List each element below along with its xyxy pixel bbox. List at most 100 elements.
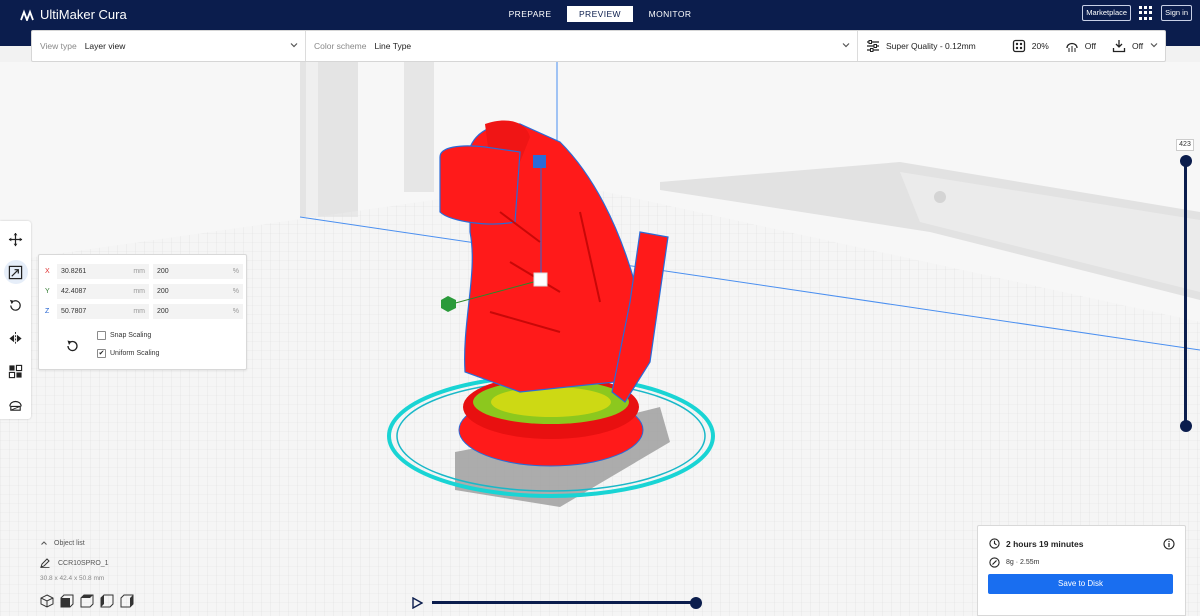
camera-view-buttons [40, 594, 134, 608]
print-time: 2 hours 19 minutes [1006, 538, 1084, 549]
x-mm-input[interactable]: 30.8261 mm [57, 264, 149, 279]
mm-unit: mm [133, 288, 145, 295]
support-blocker-button[interactable] [4, 392, 28, 416]
chevron-up-icon [41, 541, 47, 545]
quality-item[interactable]: Super Quality - 0.12mm [866, 39, 976, 53]
support-blocker-icon [9, 400, 22, 411]
move-tool-button[interactable] [4, 227, 28, 251]
snap-scaling-box [97, 331, 106, 340]
color-scheme-dropdown[interactable]: Color scheme Line Type [306, 31, 858, 61]
left-view-icon[interactable] [100, 594, 114, 608]
scale-panel: X 30.8261 mm 200% Y 42.4087 mm 200% Z 50.7… [38, 254, 247, 370]
percent-unit: % [232, 308, 239, 315]
right-view-icon[interactable] [120, 594, 134, 608]
z-percent-value: 200 [157, 308, 169, 315]
object-list[interactable]: Object list [40, 539, 85, 547]
uniform-scaling-checkbox[interactable]: ✔ Uniform Scaling [97, 349, 159, 358]
adhesion-value: Off [1131, 41, 1144, 51]
view-type-label: View type [40, 41, 77, 51]
percent-unit: % [232, 288, 239, 295]
layer-slider-bottom-handle[interactable] [1180, 420, 1192, 432]
object-name-row[interactable]: CCR10SPRO_1 [40, 558, 109, 568]
play-icon[interactable] [411, 597, 423, 609]
grid-apps-icon[interactable] [1139, 6, 1153, 20]
sliders-icon [867, 40, 879, 52]
color-scheme-label: Color scheme [314, 41, 367, 51]
object-name: CCR10SPRO_1 [58, 559, 109, 567]
scale-row-x: X 30.8261 mm 200% [45, 264, 243, 279]
move-icon [8, 232, 23, 246]
y-percent-input[interactable]: 200% [153, 284, 243, 299]
adhesion-icon [1112, 40, 1126, 53]
path-slider-track[interactable] [432, 601, 696, 604]
snap-scaling-checkbox[interactable]: Snap Scaling [97, 331, 151, 340]
z-percent-input[interactable]: 200% [153, 304, 243, 319]
path-slider-handle[interactable] [690, 597, 702, 609]
marketplace-button[interactable]: Marketplace [1082, 5, 1132, 21]
object-list-header: Object list [54, 539, 85, 547]
print-setup-selector[interactable]: Super Quality - 0.12mm 20% Off Off [858, 31, 1165, 61]
infill-item[interactable]: 20% [1012, 39, 1049, 53]
print-time-row: 2 hours 19 minutes [989, 538, 1083, 549]
scale-row-y: Y 42.4087 mm 200% [45, 284, 243, 299]
mirror-tool-button[interactable] [4, 326, 28, 350]
tab-prepare[interactable]: PREPARE [497, 6, 563, 22]
layer-slider-track[interactable] [1184, 160, 1187, 426]
chevron-down-icon [290, 43, 298, 48]
infill-value: 20% [1031, 41, 1049, 51]
uniform-scaling-box: ✔ [97, 349, 106, 358]
top-view-icon[interactable] [80, 594, 94, 608]
header-actions: Marketplace Sign in [1082, 5, 1192, 21]
quality-value: Super Quality - 0.12mm [886, 41, 976, 51]
x-percent-input[interactable]: 200% [153, 264, 243, 279]
y-mm-input[interactable]: 42.4087 mm [57, 284, 149, 299]
support-icon [1066, 42, 1078, 52]
x-mm-value: 30.8261 [61, 268, 87, 275]
print-info-panel: 2 hours 19 minutes 8g · 2.55m Save to Di… [977, 525, 1186, 616]
axis-y-label: Y [45, 288, 50, 295]
brand: UltiMaker Cura [20, 7, 127, 22]
material-usage: 8g · 2.55m [1006, 559, 1040, 566]
z-mm-value: 50.7807 [61, 308, 87, 315]
layer-slider-top-handle[interactable] [1180, 155, 1192, 167]
ultimaker-logo-icon [20, 8, 34, 21]
tab-preview[interactable]: PREVIEW [567, 6, 633, 22]
info-icon[interactable] [1163, 538, 1175, 550]
tab-monitor[interactable]: MONITOR [637, 6, 703, 22]
mirror-icon [9, 331, 22, 345]
chevron-down-icon [1150, 43, 1158, 48]
axis-z-label: Z [45, 308, 50, 315]
clock-icon [989, 538, 1000, 549]
rotate-tool-button[interactable] [4, 293, 28, 317]
y-mm-value: 42.4087 [61, 288, 87, 295]
per-model-settings-button[interactable] [4, 359, 28, 383]
snap-scaling-label: Snap Scaling [110, 332, 152, 339]
infill-icon [1012, 39, 1025, 53]
axis-x-label: X [45, 268, 50, 275]
scale-tool-button[interactable] [3, 260, 28, 284]
front-view-icon[interactable] [60, 594, 74, 608]
view-type-value: Layer view [84, 41, 126, 51]
spool-icon [989, 557, 1000, 568]
3d-view-icon[interactable] [40, 594, 54, 608]
per-model-settings-icon [8, 364, 23, 378]
chevron-down-icon [842, 43, 850, 48]
layer-number-field[interactable]: 423 [1176, 139, 1194, 151]
support-item[interactable]: Off [1065, 39, 1096, 53]
mm-unit: mm [133, 308, 145, 315]
z-mm-input[interactable]: 50.7807 mm [57, 304, 149, 319]
x-percent-value: 200 [157, 268, 169, 275]
pencil-icon [40, 558, 50, 568]
color-scheme-value: Line Type [374, 41, 412, 51]
adhesion-item[interactable]: Off [1112, 39, 1143, 53]
reset-scale-icon[interactable] [65, 339, 79, 353]
sign-in-button[interactable]: Sign in [1161, 5, 1192, 21]
view-type-dropdown[interactable]: View type Layer view [32, 31, 306, 61]
save-to-disk-button[interactable]: Save to Disk [988, 574, 1173, 594]
app-title: UltiMaker Cura [40, 7, 127, 22]
uniform-scaling-label: Uniform Scaling [110, 350, 160, 357]
tool-sidebar [0, 221, 31, 419]
material-row: 8g · 2.55m [989, 557, 1039, 568]
rotate-icon [9, 299, 21, 311]
scale-row-z: Z 50.7807 mm 200% [45, 304, 243, 319]
